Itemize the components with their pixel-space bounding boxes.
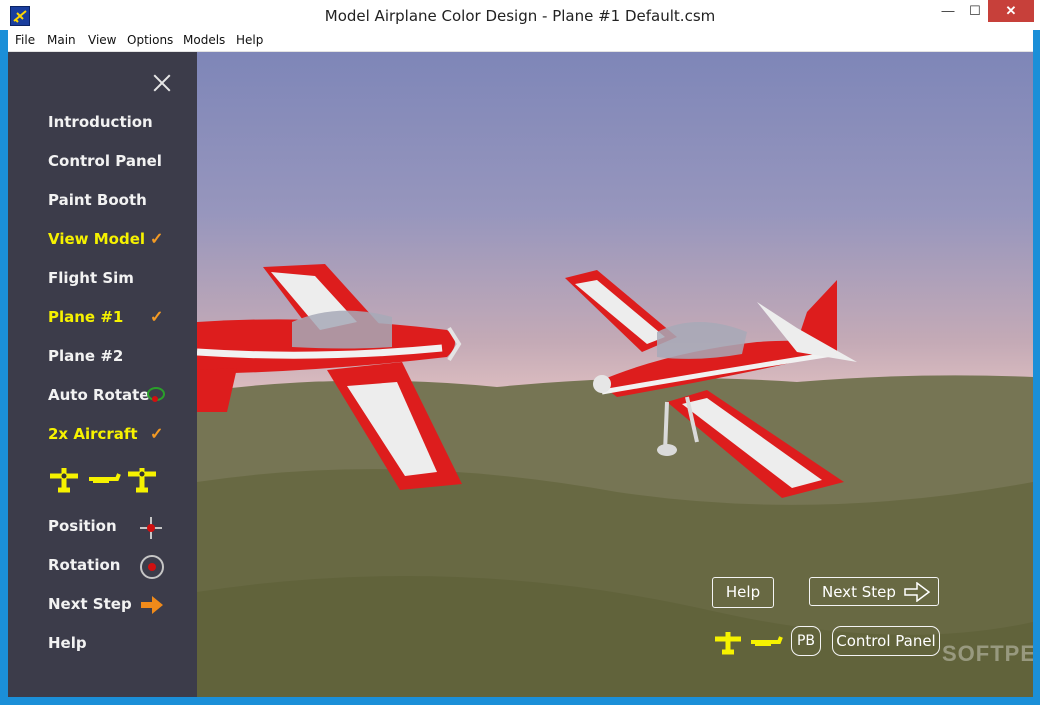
sidebar-item-auto-rotate[interactable]: Auto Rotate [48, 386, 149, 404]
next-step-label: Next Step [822, 583, 896, 601]
sidebar-item-control-panel[interactable]: Control Panel [48, 152, 162, 170]
control-panel-button[interactable]: Control Panel [832, 626, 940, 656]
sidebar-item-2x-aircraft[interactable]: 2x Aircraft [48, 425, 138, 443]
auto-rotate-icon[interactable] [145, 385, 167, 405]
sidebar-item-view-model[interactable]: View Model [48, 230, 145, 248]
next-arrow-icon[interactable] [140, 595, 164, 615]
maximize-button[interactable]: ☐ [962, 0, 988, 22]
menu-main[interactable]: Main [47, 33, 76, 47]
position-move-icon[interactable] [138, 515, 164, 541]
menu-view[interactable]: View [88, 33, 116, 47]
side-view-plane-icon[interactable] [749, 634, 783, 650]
top-view-plane-icon[interactable] [48, 464, 80, 494]
sidebar-item-position[interactable]: Position [48, 517, 117, 535]
next-arrow-outline-icon [904, 582, 930, 602]
paint-booth-button[interactable]: PB [791, 626, 821, 656]
menu-bar: File Main View Options Models Help [8, 30, 1033, 52]
sidebar-item-introduction[interactable]: Introduction [48, 113, 153, 131]
front-view-plane-icon[interactable] [126, 464, 158, 494]
menu-models[interactable]: Models [183, 33, 225, 47]
top-view-plane-icon[interactable] [713, 629, 743, 655]
3d-viewport[interactable]: SOFTPEDIA Help Next Step PB Control Pane… [197, 52, 1033, 697]
sidebar: Introduction Control Panel Paint Booth V… [8, 52, 197, 697]
sidebar-item-plane-2[interactable]: Plane #2 [48, 347, 123, 365]
minimize-button[interactable]: — [935, 0, 961, 22]
sidebar-item-rotation[interactable]: Rotation [48, 556, 120, 574]
watermark: SOFTPEDIA [942, 641, 1033, 666]
help-button[interactable]: Help [712, 577, 774, 608]
window-title: Model Airplane Color Design - Plane #1 D… [324, 7, 716, 25]
menu-help[interactable]: Help [236, 33, 263, 47]
checkmark-icon: ✓ [150, 231, 164, 248]
close-sidebar-icon[interactable] [153, 74, 171, 92]
sidebar-item-flight-sim[interactable]: Flight Sim [48, 269, 134, 287]
window-bottom-border [0, 697, 1040, 705]
sidebar-item-next-step[interactable]: Next Step [48, 595, 132, 613]
next-step-button[interactable]: Next Step [809, 577, 939, 606]
rotation-icon[interactable] [138, 553, 166, 581]
close-window-button[interactable]: ✕ [988, 0, 1034, 22]
menu-file[interactable]: File [15, 33, 35, 47]
sidebar-item-paint-booth[interactable]: Paint Booth [48, 191, 147, 209]
sidebar-item-help[interactable]: Help [48, 634, 87, 652]
menu-options[interactable]: Options [127, 33, 173, 47]
checkmark-icon: ✓ [150, 309, 164, 326]
checkmark-icon: ✓ [150, 426, 164, 443]
sidebar-item-plane-1[interactable]: Plane #1 [48, 308, 123, 326]
side-view-plane-icon[interactable] [87, 470, 121, 488]
title-bar: Model Airplane Color Design - Plane #1 D… [0, 0, 1040, 30]
